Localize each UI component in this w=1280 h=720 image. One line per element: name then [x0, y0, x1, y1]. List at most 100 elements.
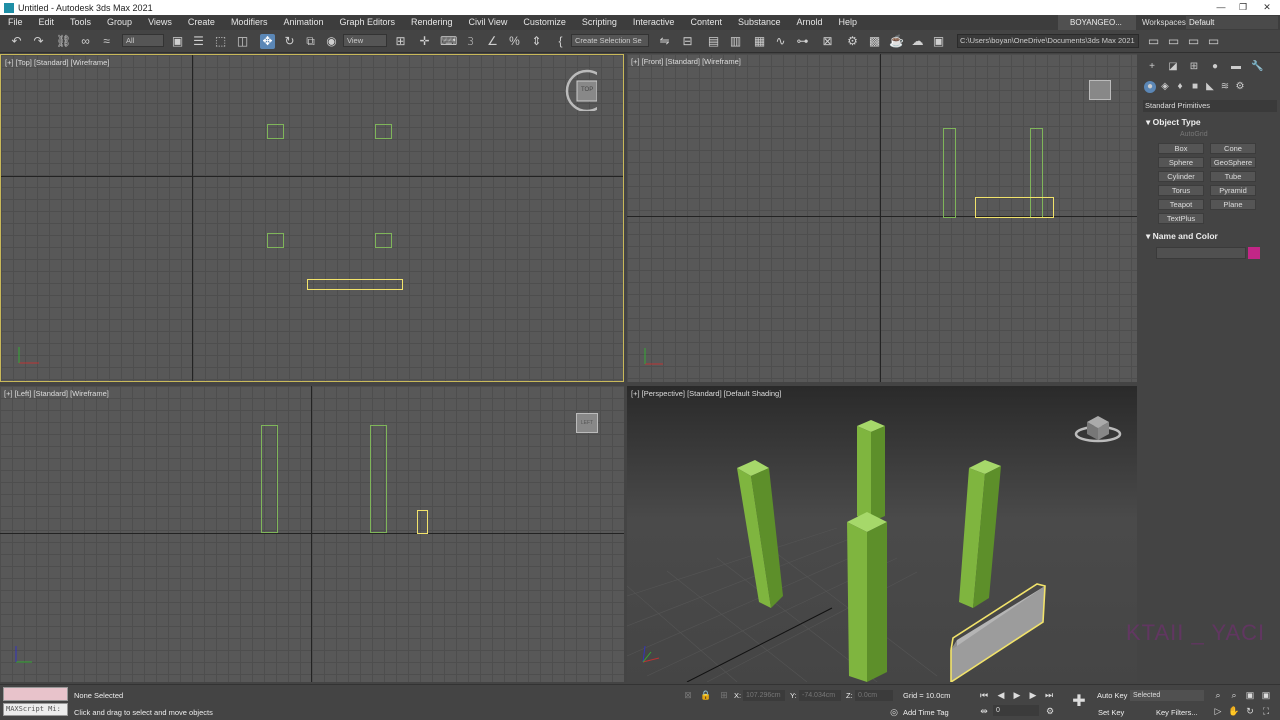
menu-edit[interactable]: Edit	[31, 15, 63, 30]
create-project-icon[interactable]: ▭	[1186, 34, 1201, 49]
project-folder-icon[interactable]: ▭	[1146, 34, 1161, 49]
key-filters-button[interactable]: Key Filters...	[1156, 708, 1198, 717]
manipulate-icon[interactable]: ✛	[417, 34, 432, 49]
hierarchy-tab-icon[interactable]: ⊞	[1188, 61, 1200, 73]
unlink-icon[interactable]: ∞	[78, 34, 93, 49]
cylinder-button[interactable]: Cylinder	[1158, 171, 1204, 182]
render-production-icon[interactable]: ☕	[889, 34, 904, 49]
maximize-viewport-icon[interactable]: ⛶	[1260, 705, 1272, 717]
user-account-dropdown[interactable]: BOYANGEO...	[1058, 15, 1136, 30]
project-settings-icon[interactable]: ▭	[1206, 34, 1221, 49]
open-project-icon[interactable]: ▭	[1166, 34, 1181, 49]
viewport-label-top[interactable]: [+] [Top] [Standard] [Wireframe]	[5, 58, 109, 67]
curve-editor-icon[interactable]: ∿	[773, 34, 788, 49]
reference-coord-dropdown[interactable]: View	[343, 34, 387, 47]
maximize-icon[interactable]: ❐	[1232, 0, 1254, 15]
zoom-extents-icon[interactable]: ▣	[1244, 689, 1256, 701]
snaps-toggle-icon[interactable]: 𝟹	[463, 34, 478, 49]
textplus-button[interactable]: TextPlus	[1158, 213, 1204, 224]
viewport-top[interactable]: TOP [+] [Top] [Standard] [Wireframe]	[0, 54, 624, 382]
isolate-selection-icon[interactable]: ⊠	[682, 689, 694, 701]
pivot-center-icon[interactable]: ⊞	[393, 34, 408, 49]
column-wireframe[interactable]	[375, 124, 392, 139]
maxscript-mini-listener[interactable]: MAXScript Mi:	[3, 703, 68, 716]
rendered-frame-window-icon[interactable]: ▩	[867, 34, 882, 49]
previous-frame-icon[interactable]: ◀	[995, 689, 1007, 701]
utilities-tab-icon[interactable]: 🔧	[1251, 61, 1263, 73]
select-object-icon[interactable]: ▣	[170, 34, 185, 49]
column-wireframe[interactable]	[943, 128, 956, 218]
set-key-icon[interactable]: ✚	[1070, 693, 1088, 711]
auto-key-button[interactable]: Auto Key	[1097, 691, 1127, 700]
project-path-field[interactable]: C:\Users\boyan\OneDrive\Documents\3ds Ma…	[957, 34, 1139, 48]
align-icon[interactable]: ⊟	[680, 34, 695, 49]
selected-box[interactable]	[417, 510, 428, 534]
layer-explorer-icon[interactable]: ▥	[728, 34, 743, 49]
render-cloud-icon[interactable]: ☁	[910, 34, 925, 49]
minimize-icon[interactable]: —	[1210, 0, 1232, 15]
menu-animation[interactable]: Animation	[275, 15, 331, 30]
place-icon[interactable]: ◉	[324, 34, 339, 49]
close-icon[interactable]: ✕	[1256, 0, 1278, 15]
mirror-icon[interactable]: ⇋	[657, 34, 672, 49]
plane-button[interactable]: Plane	[1210, 199, 1256, 210]
menu-scripting[interactable]: Scripting	[574, 15, 625, 30]
next-frame-icon[interactable]: ▶	[1027, 689, 1039, 701]
cameras-icon[interactable]: ■	[1189, 81, 1201, 93]
menu-arnold[interactable]: Arnold	[789, 15, 831, 30]
menu-group[interactable]: Group	[99, 15, 140, 30]
geometry-icon[interactable]: ●	[1144, 81, 1156, 93]
shapes-icon[interactable]: ◈	[1159, 81, 1171, 93]
viewport-label-left[interactable]: [+] [Left] [Standard] [Wireframe]	[4, 389, 109, 398]
key-selection-dropdown[interactable]: Selected	[1130, 690, 1204, 701]
redo-icon[interactable]: ↷	[31, 34, 46, 49]
go-to-end-icon[interactable]: ⏭	[1043, 689, 1055, 701]
column-wireframe[interactable]	[261, 425, 278, 533]
named-selection-set-dropdown[interactable]: Create Selection Se	[571, 34, 649, 47]
selected-box[interactable]	[307, 279, 403, 290]
link-icon[interactable]: ⛓	[56, 34, 71, 49]
select-move-icon[interactable]: ✥	[260, 34, 275, 49]
viewcube-front[interactable]	[1089, 80, 1111, 100]
zoom-icon[interactable]: ⌕	[1212, 689, 1224, 701]
workspace-dropdown[interactable]: Default	[1186, 16, 1278, 29]
time-configuration-icon[interactable]: ⚙	[1044, 705, 1056, 717]
maxscript-listener-field[interactable]	[3, 687, 68, 701]
percent-snap-icon[interactable]: %	[507, 34, 522, 49]
menu-help[interactable]: Help	[831, 15, 866, 30]
menu-content[interactable]: Content	[682, 15, 730, 30]
column-wireframe[interactable]	[267, 233, 284, 248]
menu-tools[interactable]: Tools	[62, 15, 99, 30]
motion-tab-icon[interactable]: ●	[1209, 61, 1221, 73]
torus-button[interactable]: Torus	[1158, 185, 1204, 196]
go-to-start-icon[interactable]: ⏮	[978, 689, 990, 701]
edit-named-selection-icon[interactable]: {	[553, 34, 568, 49]
select-scale-icon[interactable]: ⧉	[303, 34, 318, 49]
time-tag-icon[interactable]: ◎	[888, 706, 900, 718]
menu-customize[interactable]: Customize	[515, 15, 574, 30]
zoom-all-icon[interactable]: ⌕	[1228, 689, 1240, 701]
ribbon-icon[interactable]: ▦	[752, 34, 767, 49]
undo-icon[interactable]: ↶	[9, 34, 24, 49]
angle-snap-icon[interactable]: ∠	[485, 34, 500, 49]
render-iterative-icon[interactable]: ▣	[931, 34, 946, 49]
select-by-name-icon[interactable]: ☰	[191, 34, 206, 49]
object-color-swatch[interactable]	[1248, 247, 1260, 259]
viewport-label-front[interactable]: [+] [Front] [Standard] [Wireframe]	[631, 57, 741, 66]
geosphere-button[interactable]: GeoSphere	[1210, 157, 1256, 168]
systems-icon[interactable]: ⚙	[1234, 81, 1246, 93]
viewcube-perspective[interactable]	[1073, 408, 1123, 448]
key-mode-toggle-icon[interactable]: ⇹	[978, 705, 990, 717]
tube-button[interactable]: Tube	[1210, 171, 1256, 182]
cone-button[interactable]: Cone	[1210, 143, 1256, 154]
rect-selection-icon[interactable]: ⬚	[213, 34, 228, 49]
box-button[interactable]: Box	[1158, 143, 1204, 154]
viewport-label-perspective[interactable]: [+] [Perspective] [Standard] [Default Sh…	[631, 389, 781, 398]
current-frame-field[interactable]: 0	[993, 705, 1039, 716]
create-tab-icon[interactable]: +	[1146, 61, 1158, 73]
menu-file[interactable]: File	[0, 15, 31, 30]
absolute-mode-icon[interactable]: ⊞	[718, 689, 730, 701]
teapot-button[interactable]: Teapot	[1158, 199, 1204, 210]
orbit-icon[interactable]: ↻	[1244, 705, 1256, 717]
menu-views[interactable]: Views	[140, 15, 180, 30]
